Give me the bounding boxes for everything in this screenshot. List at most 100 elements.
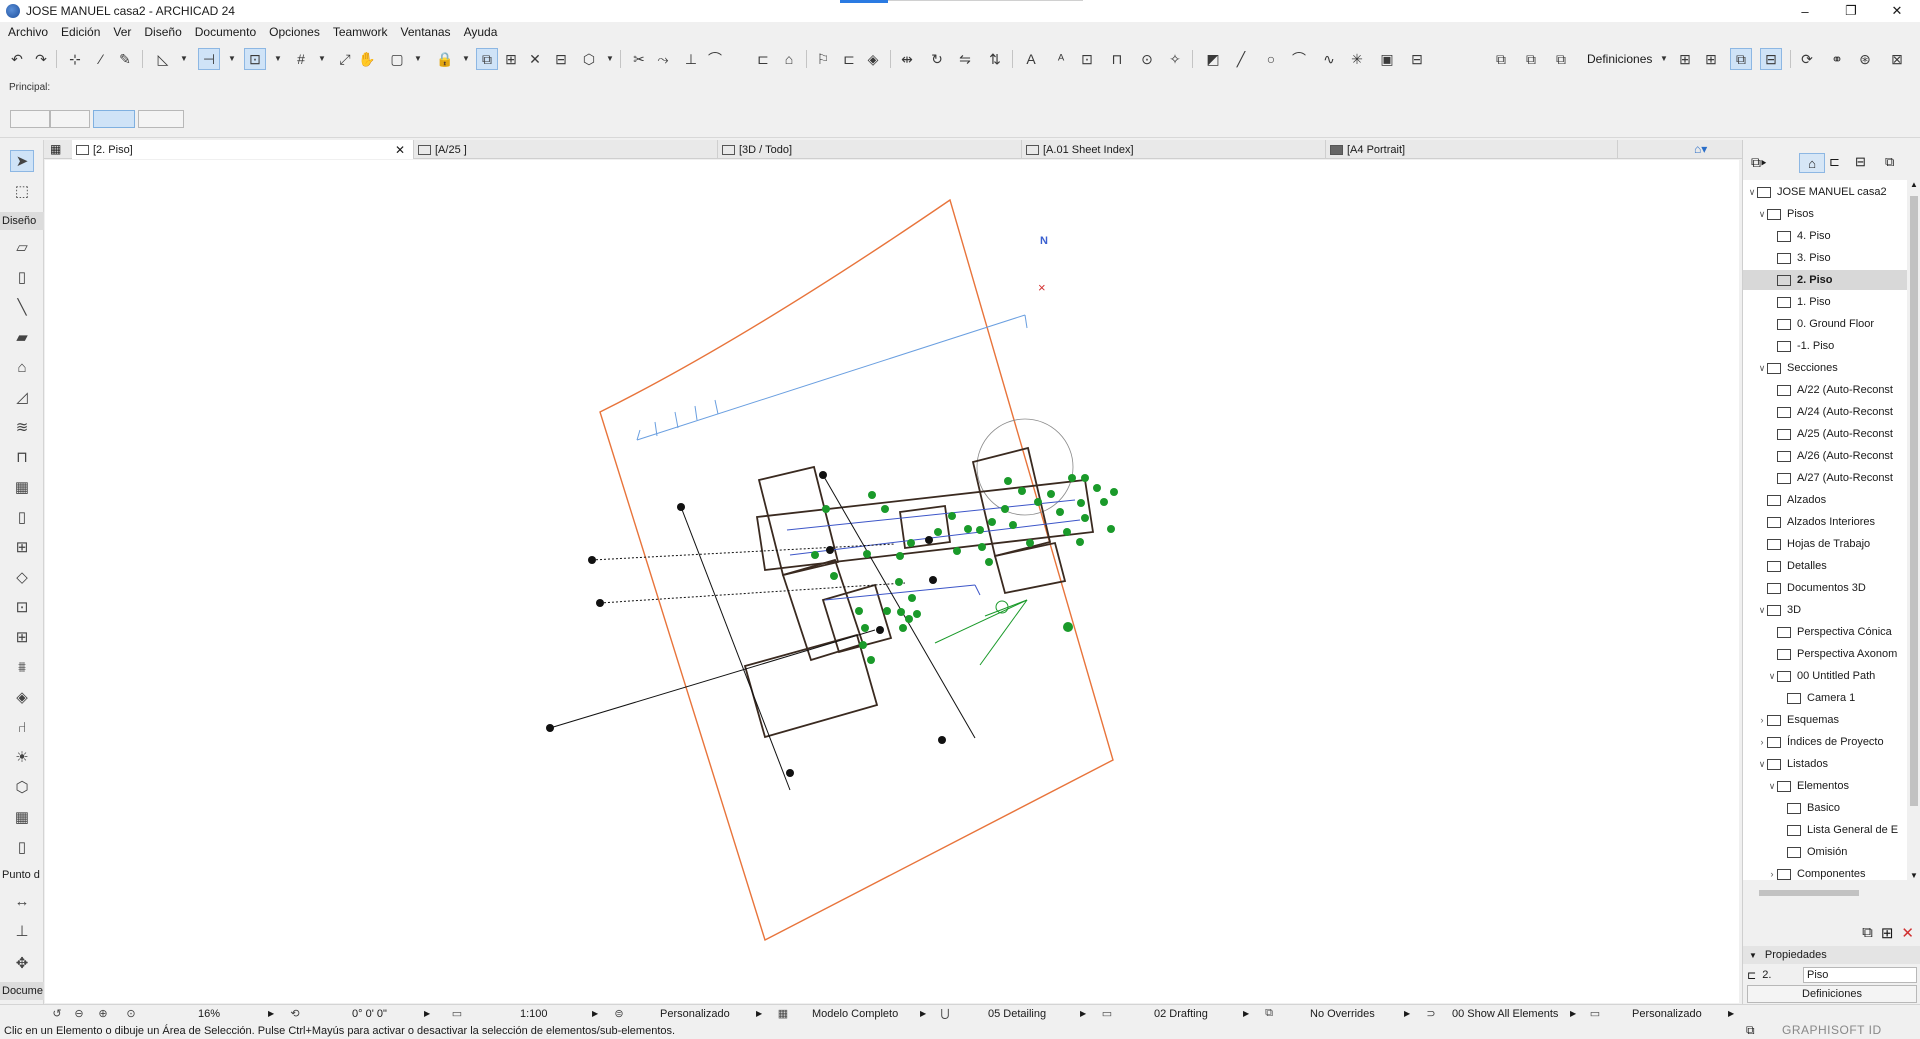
navigator-vertical-scrollbar[interactable]: ▲ ▼ <box>1907 180 1920 880</box>
link-icon[interactable]: ⚭ <box>1826 48 1848 70</box>
spline-icon[interactable]: ∿ <box>1318 48 1340 70</box>
layout-icon[interactable]: ⊏ <box>838 48 860 70</box>
scroll-thumb[interactable] <box>1910 196 1918 806</box>
graphic-overrides[interactable]: No Overrides <box>1310 1005 1375 1022</box>
mvo-value[interactable]: 02 Drafting <box>1154 1005 1208 1022</box>
zoom-out-icon[interactable]: ⊖ <box>72 1007 86 1020</box>
redo-icon[interactable]: ↷ <box>30 48 52 70</box>
arrow-tool-dropdown[interactable] <box>138 110 184 128</box>
site-boundary[interactable] <box>599 198 1114 942</box>
wall-end-tool-icon[interactable]: ▯ <box>10 836 34 858</box>
expand-arrow-icon[interactable]: ∨ <box>1767 781 1777 792</box>
menu-opciones[interactable]: Opciones <box>265 25 324 39</box>
explode-icon[interactable]: ✕ <box>524 48 546 70</box>
mesh-tool-icon[interactable]: ⩩ <box>10 656 34 678</box>
tree-item[interactable]: Perspectiva Cónica <box>1743 622 1907 642</box>
view-map-icon[interactable]: ⊏ <box>1829 154 1840 170</box>
menu-teamwork[interactable]: Teamwork <box>329 25 392 39</box>
menu-ver[interactable]: Ver <box>109 25 135 39</box>
tab-a4-portrait[interactable]: [A4 Portrait] <box>1326 140 1618 159</box>
object-tool-icon[interactable]: ⊞ <box>10 626 34 648</box>
definitions-button[interactable]: Definiciones <box>1747 985 1917 1003</box>
chevron-down-icon[interactable]: ▼ <box>274 54 282 63</box>
fit-window-icon[interactable]: ⊙ <box>124 1007 138 1020</box>
tree-item[interactable]: ∨ 3D <box>1743 600 1907 620</box>
docu-heading[interactable]: Docume <box>0 982 44 1000</box>
navigator-menu-icon[interactable]: ⧉▸ <box>1751 154 1766 171</box>
selection-method-dropdown[interactable] <box>10 110 50 128</box>
selection-icon[interactable]: ⧉ <box>476 48 498 70</box>
tab-2-piso[interactable]: [2. Piso] ✕ <box>72 140 414 159</box>
tree-item[interactable]: ∨ Listados <box>1743 754 1907 774</box>
circle-icon[interactable]: ○ <box>1260 48 1282 70</box>
layout-book-icon[interactable]: ⊟ <box>1855 154 1866 170</box>
chevron-down-icon[interactable]: ▼ <box>1660 54 1668 63</box>
mirror-icon[interactable]: ⇋ <box>954 48 976 70</box>
scroll-down-icon[interactable]: ▼ <box>1910 871 1918 880</box>
graphisoft-id[interactable]: GRAPHISOFT ID <box>1782 1023 1882 1037</box>
overrides-icon[interactable]: ⧉ <box>1262 1007 1276 1020</box>
publish-set-icon[interactable]: ⊠ <box>1886 48 1908 70</box>
skylight-tool-icon[interactable]: ◇ <box>10 566 34 588</box>
scroll-up-icon[interactable]: ▲ <box>1910 180 1918 189</box>
tree-item[interactable]: 3. Piso <box>1743 248 1907 268</box>
tree-item[interactable]: Hojas de Trabajo <box>1743 534 1907 554</box>
menu-archivo[interactable]: Archivo <box>4 25 52 39</box>
tree-item[interactable]: Documentos 3D <box>1743 578 1907 598</box>
menu-ventanas[interactable]: Ventanas <box>397 25 455 39</box>
scale-icon[interactable]: ▭ <box>450 1007 464 1020</box>
morph-tool-icon[interactable]: ◈ <box>10 686 34 708</box>
slab-tool-icon[interactable]: ▰ <box>10 326 34 348</box>
chevron-right-icon[interactable]: ▶ <box>756 1005 762 1022</box>
label-icon[interactable]: ᴬ <box>1050 48 1072 70</box>
mvo-icon[interactable]: ▭ <box>1100 1007 1114 1020</box>
grid-snap-icon[interactable]: # <box>290 48 312 70</box>
document-heading[interactable]: Punto d <box>0 866 44 884</box>
change-icon[interactable]: ✧ <box>1164 48 1186 70</box>
dimension-icon[interactable]: ⊞ <box>500 48 522 70</box>
model-view-icon[interactable]: ▦ <box>776 1007 790 1020</box>
group-icon[interactable]: ⊟ <box>550 48 572 70</box>
chair-tool-icon[interactable]: ⑁ <box>10 716 34 738</box>
layer-combination[interactable]: Personalizado <box>660 1005 730 1022</box>
grid-tool-icon[interactable]: ▦ <box>10 806 34 828</box>
trim-icon[interactable]: ✂ <box>628 48 650 70</box>
project-map-icon[interactable]: ⌂ <box>1799 153 1825 173</box>
undo-view-icon[interactable]: ↺ <box>50 1007 64 1020</box>
chevron-right-icon[interactable]: ▶ <box>1243 1005 1249 1022</box>
chevron-down-icon[interactable]: ▼ <box>414 54 422 63</box>
expand-arrow-icon[interactable]: ∨ <box>1757 209 1767 220</box>
beam-tool-icon[interactable]: ╲ <box>10 296 34 318</box>
elevate-icon[interactable]: ⇅ <box>984 48 1006 70</box>
tree-item[interactable]: A/26 (Auto-Reconst <box>1743 446 1907 466</box>
camera-path[interactable] <box>934 599 1028 666</box>
drawing-icon[interactable]: ⊟ <box>1406 48 1428 70</box>
properties-name-field[interactable]: Piso <box>1803 967 1917 983</box>
3d-view-icon[interactable]: ⬡ <box>578 48 600 70</box>
tree-item[interactable]: Detalles <box>1743 556 1907 576</box>
minimize-button[interactable]: – <box>1782 0 1828 22</box>
move-tool-icon[interactable]: ✥ <box>10 952 34 974</box>
attributes-icon[interactable]: ⧉ <box>1490 48 1512 70</box>
chevron-right-icon[interactable]: ▶ <box>1728 1005 1734 1022</box>
layout-book-icon[interactable]: ⊞ <box>1700 48 1722 70</box>
zoom-level[interactable]: 16% <box>198 1005 220 1022</box>
pet-palette-icon[interactable]: ⊹ <box>64 48 86 70</box>
figure-icon[interactable]: ▣ <box>1376 48 1398 70</box>
menu-edicion[interactable]: Edición <box>57 25 104 39</box>
window-tool-icon[interactable]: ⊞ <box>10 536 34 558</box>
tab-menu-icon[interactable]: ⌂▾ <box>1694 142 1707 156</box>
line-icon[interactable]: ╱ <box>1230 48 1252 70</box>
marquee-tool-icon[interactable]: ⬚ <box>10 180 34 202</box>
pen-set-icon[interactable]: ⋃ <box>938 1007 952 1020</box>
expand-arrow-icon[interactable]: ∨ <box>1757 759 1767 770</box>
layers-icon[interactable]: ⊜ <box>612 1007 626 1020</box>
chevron-right-icon[interactable]: ▶ <box>1080 1005 1086 1022</box>
pen-set[interactable]: 05 Detailing <box>988 1005 1046 1022</box>
tab-sheet-index[interactable]: [A.01 Sheet Index] <box>1022 140 1326 159</box>
zone-tool-icon[interactable]: ⬡ <box>10 776 34 798</box>
tree-item[interactable]: A/24 (Auto-Reconst <box>1743 402 1907 422</box>
tree-item[interactable]: 2. Piso <box>1743 270 1907 290</box>
lock-icon[interactable]: 🔒 <box>434 48 456 70</box>
collaborate-icon[interactable]: ⊛ <box>1854 48 1876 70</box>
